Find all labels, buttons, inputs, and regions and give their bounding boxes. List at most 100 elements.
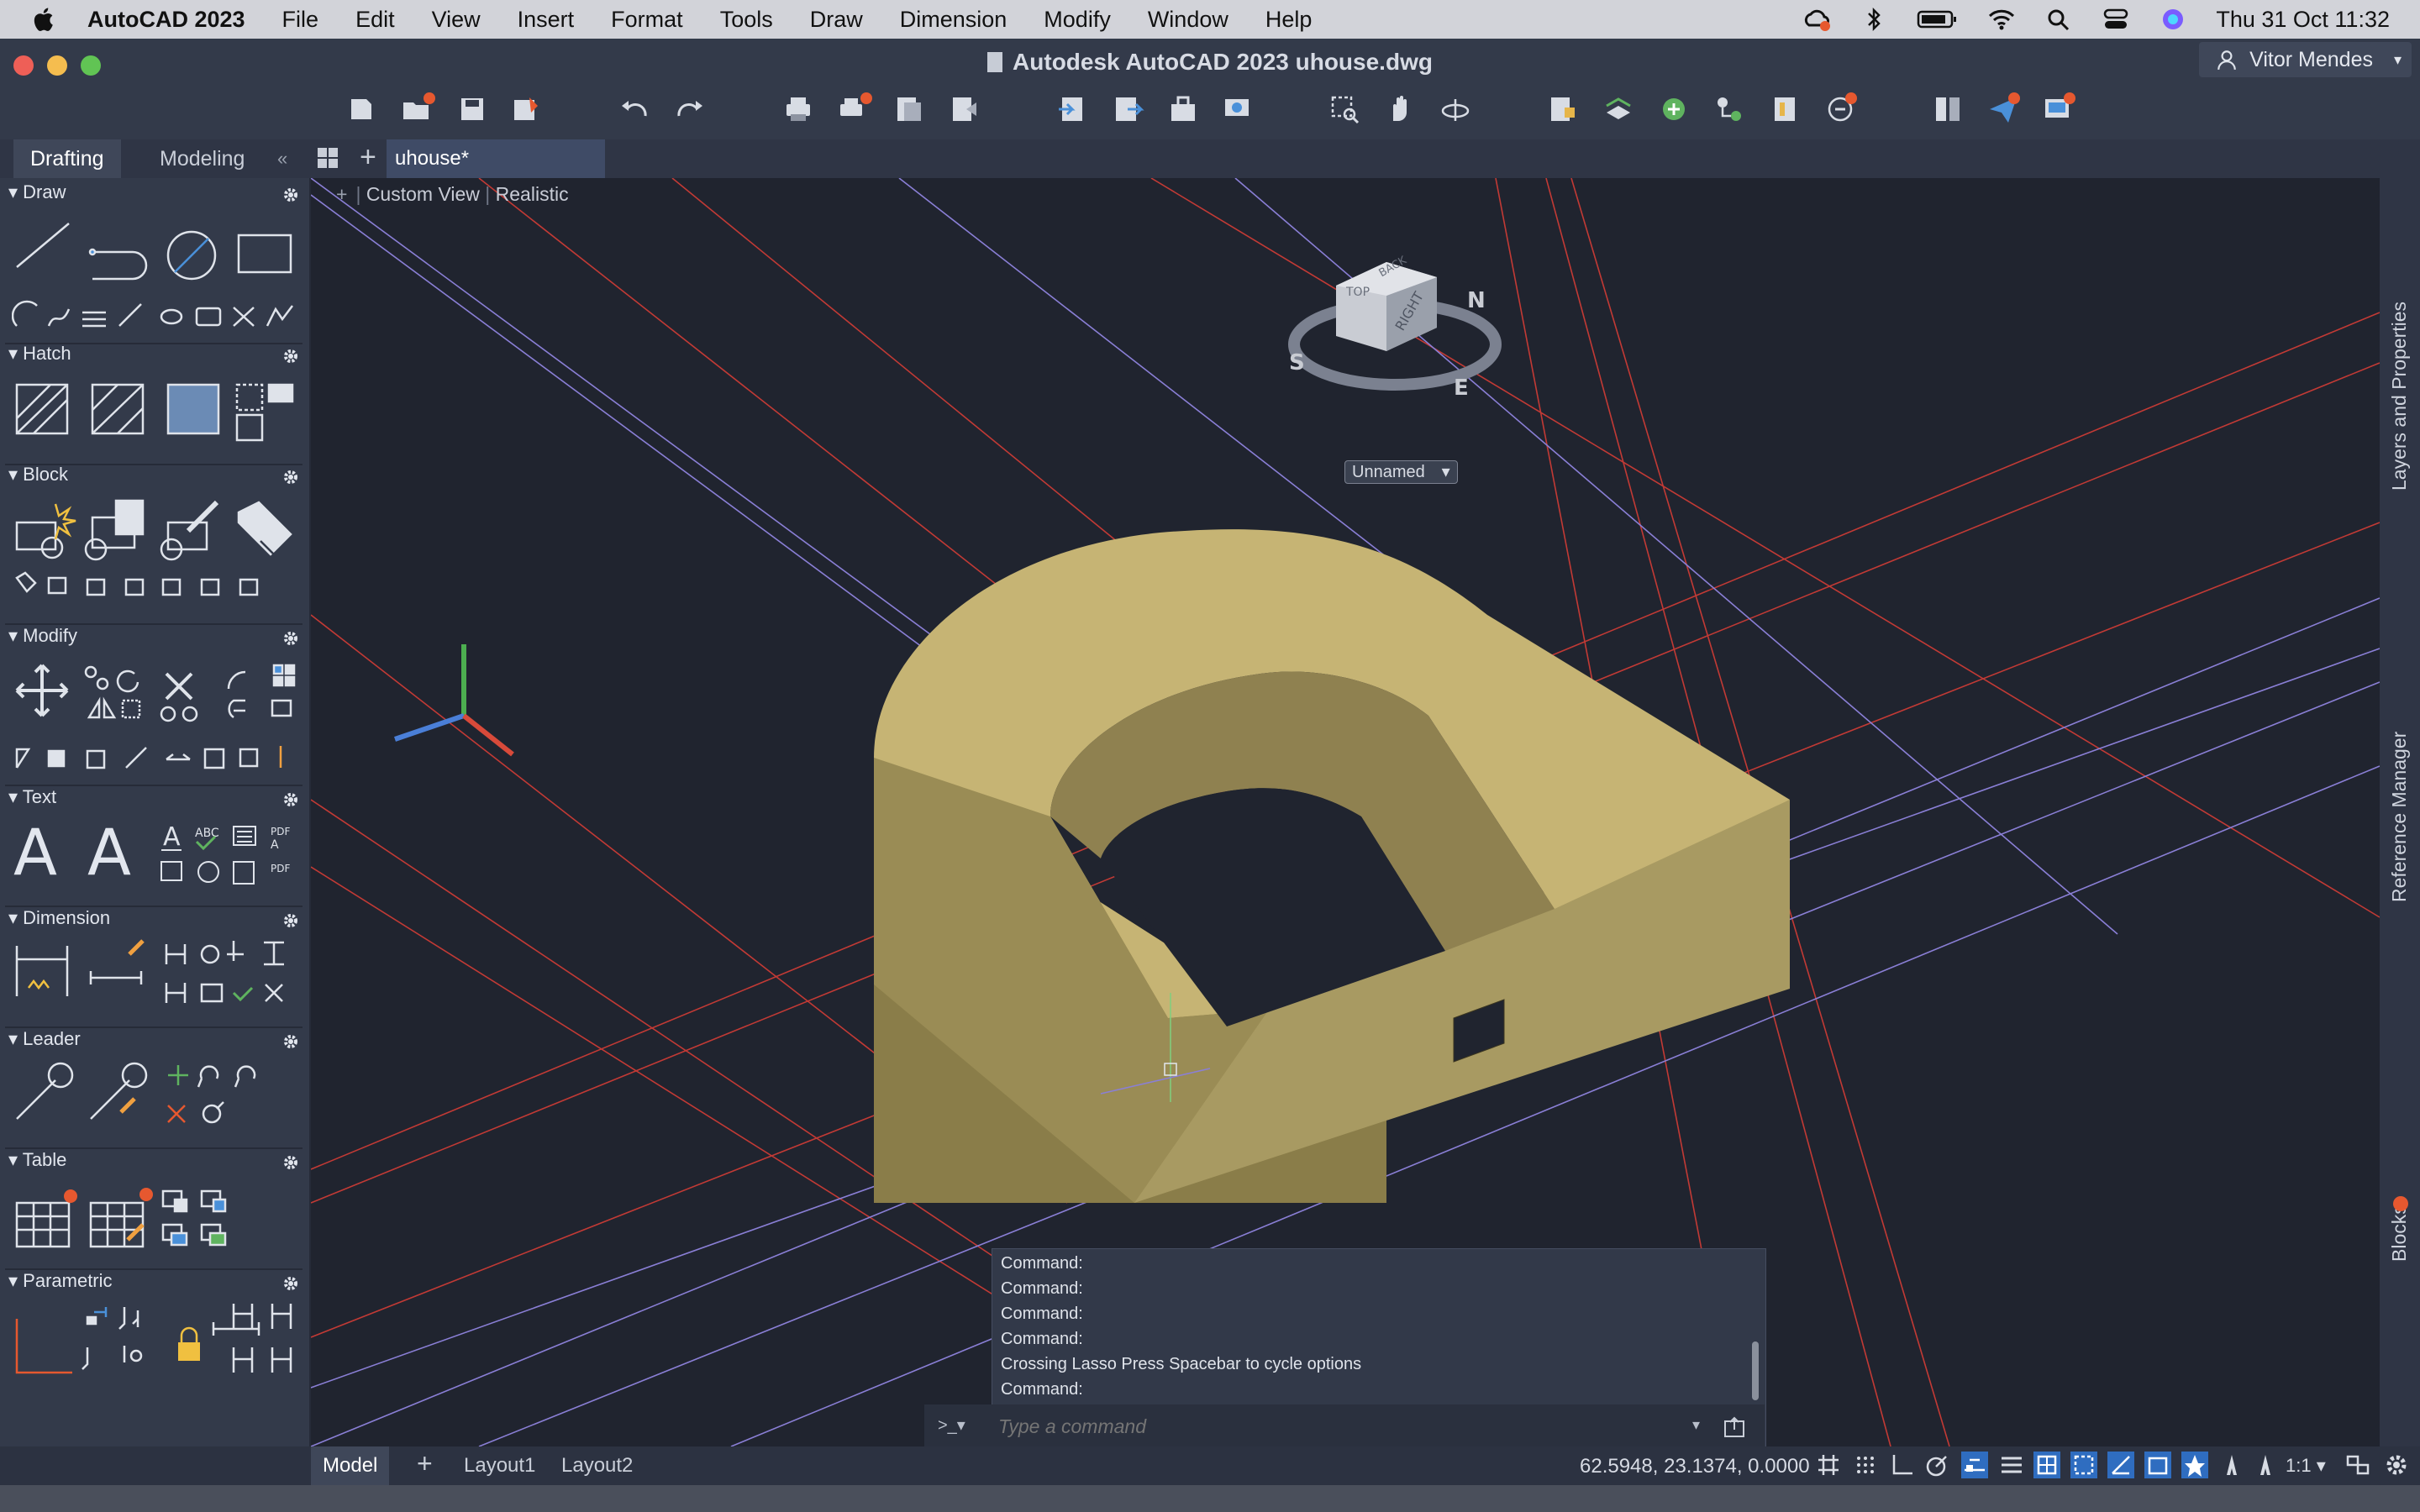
open-button[interactable] bbox=[400, 92, 435, 126]
viewcube[interactable]: TOP RIGHT BACK S N E bbox=[1286, 244, 1504, 412]
layer-isolate-button[interactable] bbox=[1657, 92, 1691, 126]
menu-tools[interactable]: Tools bbox=[720, 7, 773, 33]
panel-layers-and-properties[interactable]: Layers and Properties bbox=[2388, 302, 2411, 491]
tab-drafting[interactable]: Drafting bbox=[13, 139, 121, 178]
tab-modeling[interactable]: Modeling bbox=[143, 139, 261, 178]
layout-tab-layout2[interactable]: Layout2 bbox=[550, 1446, 644, 1485]
gear-icon[interactable] bbox=[282, 630, 299, 647]
command-prompt-icon[interactable]: >_▾ bbox=[938, 1415, 965, 1436]
menubar-clock[interactable]: Thu 31 Oct 11:32 bbox=[2216, 7, 2390, 33]
section-parametric-header[interactable]: ▾ Parametric bbox=[8, 1270, 113, 1292]
autoscale-icon[interactable] bbox=[2252, 1452, 2279, 1478]
gear-icon[interactable] bbox=[282, 186, 299, 203]
snap-icon[interactable] bbox=[1852, 1452, 1879, 1478]
modify-tools[interactable] bbox=[12, 659, 297, 776]
compass-south[interactable]: S bbox=[1289, 350, 1305, 375]
gear-icon[interactable] bbox=[282, 1275, 299, 1292]
new-tab-plus-icon[interactable]: + bbox=[360, 141, 376, 174]
batch-plot-button[interactable] bbox=[837, 92, 872, 126]
section-table-header[interactable]: ▾ Table bbox=[8, 1149, 66, 1171]
single-line-text-icon[interactable]: A bbox=[87, 815, 131, 890]
import-button[interactable] bbox=[1055, 92, 1089, 126]
gear-icon[interactable] bbox=[282, 912, 299, 929]
command-input[interactable] bbox=[997, 1411, 1672, 1441]
collapse-palette-icon[interactable]: « bbox=[277, 148, 287, 170]
section-block-header[interactable]: ▾ Block bbox=[8, 464, 68, 486]
new-button[interactable] bbox=[345, 92, 378, 126]
selection-cycling-icon[interactable] bbox=[2070, 1452, 2097, 1478]
save-button[interactable] bbox=[455, 92, 489, 126]
apple-icon[interactable] bbox=[30, 5, 59, 34]
layer-walk-button[interactable] bbox=[1823, 92, 1857, 126]
export-pdf-button[interactable] bbox=[948, 92, 981, 126]
user-account-menu[interactable]: Vitor Mendes ▾ bbox=[2199, 42, 2412, 77]
menu-edit[interactable]: Edit bbox=[355, 7, 395, 33]
3d-object-snap-icon[interactable] bbox=[2107, 1452, 2134, 1478]
u-house-solid[interactable] bbox=[874, 529, 1790, 1203]
start-tab-grid-icon[interactable] bbox=[316, 146, 339, 170]
layer-freeze-button[interactable] bbox=[1768, 92, 1802, 126]
object-snap-tracking-icon[interactable] bbox=[1961, 1452, 1988, 1478]
multiline-text-icon[interactable]: A bbox=[13, 815, 57, 890]
layout-tab-layout1[interactable]: Layout1 bbox=[452, 1446, 547, 1485]
polar-tracking-icon[interactable] bbox=[1924, 1452, 1951, 1478]
table-tools[interactable] bbox=[12, 1178, 297, 1262]
leader-tools[interactable] bbox=[12, 1058, 297, 1134]
panel-blocks[interactable]: Blocks bbox=[2388, 1205, 2411, 1262]
viewcube-face-top[interactable]: TOP bbox=[1345, 286, 1370, 299]
panel-reference-manager[interactable]: Reference Manager bbox=[2388, 732, 2411, 902]
layer-match-button[interactable] bbox=[1712, 92, 1746, 126]
gear-icon[interactable] bbox=[282, 348, 299, 365]
wifi-icon[interactable] bbox=[1987, 7, 2016, 32]
section-draw-header[interactable]: ▾ Draw bbox=[8, 181, 66, 203]
section-text-header[interactable]: ▾ Text bbox=[8, 786, 56, 808]
add-layout-plus-icon[interactable]: + bbox=[417, 1448, 433, 1479]
grid-icon[interactable] bbox=[1815, 1452, 1842, 1478]
lineweight-icon[interactable] bbox=[1998, 1452, 2025, 1478]
command-history-scrollbar[interactable] bbox=[1752, 1341, 1759, 1400]
draw-tools[interactable] bbox=[12, 218, 297, 333]
ucs-menu[interactable]: Unnamed ▾ bbox=[1344, 460, 1458, 484]
layer-properties-button[interactable] bbox=[1546, 92, 1580, 126]
layout-tab-model[interactable]: Model bbox=[311, 1446, 390, 1485]
section-hatch-header[interactable]: ▾ Hatch bbox=[8, 343, 71, 365]
annotation-visibility-icon[interactable] bbox=[2218, 1452, 2245, 1478]
zoom-window-button[interactable] bbox=[1328, 92, 1361, 126]
coordinate-readout[interactable]: 62.5948, 23.1374, 0.0000 bbox=[1580, 1455, 1810, 1478]
menu-help[interactable]: Help bbox=[1265, 7, 1313, 33]
plot-button[interactable] bbox=[781, 92, 815, 126]
section-dimension-header[interactable]: ▾ Dimension bbox=[8, 907, 110, 929]
dimension-tools[interactable] bbox=[12, 937, 297, 1021]
app-name[interactable]: AutoCAD 2023 bbox=[87, 7, 245, 33]
view-control[interactable]: Custom View bbox=[366, 183, 480, 205]
section-leader-header[interactable]: ▾ Leader bbox=[8, 1028, 81, 1050]
document-tab-uhouse[interactable]: uhouse* bbox=[387, 139, 605, 178]
spotlight-search-icon[interactable] bbox=[2044, 7, 2073, 32]
gear-icon[interactable] bbox=[282, 1154, 299, 1171]
viewport-menu-plus[interactable]: + bbox=[336, 183, 347, 205]
screen-capture-button[interactable] bbox=[2042, 92, 2075, 126]
undo-button[interactable] bbox=[618, 92, 652, 126]
customization-gear-icon[interactable] bbox=[2383, 1452, 2410, 1478]
gear-icon[interactable] bbox=[282, 469, 299, 486]
compass-north[interactable]: N bbox=[1467, 288, 1486, 313]
bluetooth-icon[interactable] bbox=[1860, 7, 1888, 32]
transparency-icon[interactable] bbox=[2033, 1452, 2060, 1478]
export-button[interactable] bbox=[1111, 92, 1144, 126]
layer-states-button[interactable] bbox=[1602, 92, 1635, 126]
redo-button[interactable] bbox=[672, 92, 706, 126]
menu-window[interactable]: Window bbox=[1148, 7, 1228, 33]
selection-filter-icon[interactable] bbox=[2181, 1452, 2208, 1478]
command-share-icon[interactable] bbox=[1723, 1415, 1748, 1438]
save-as-button[interactable] bbox=[509, 92, 543, 126]
menu-dimension[interactable]: Dimension bbox=[900, 7, 1007, 33]
publish-button[interactable] bbox=[892, 92, 926, 126]
creative-cloud-icon[interactable] bbox=[1802, 7, 1831, 32]
menu-insert[interactable]: Insert bbox=[518, 7, 575, 33]
battery-icon[interactable] bbox=[1917, 7, 1959, 32]
menu-draw[interactable]: Draw bbox=[810, 7, 863, 33]
send-button[interactable] bbox=[1986, 92, 2020, 126]
menu-view[interactable]: View bbox=[432, 7, 481, 33]
text-tools[interactable]: A ABC PDFA PDF bbox=[160, 822, 302, 889]
pan-button[interactable] bbox=[1383, 92, 1417, 126]
